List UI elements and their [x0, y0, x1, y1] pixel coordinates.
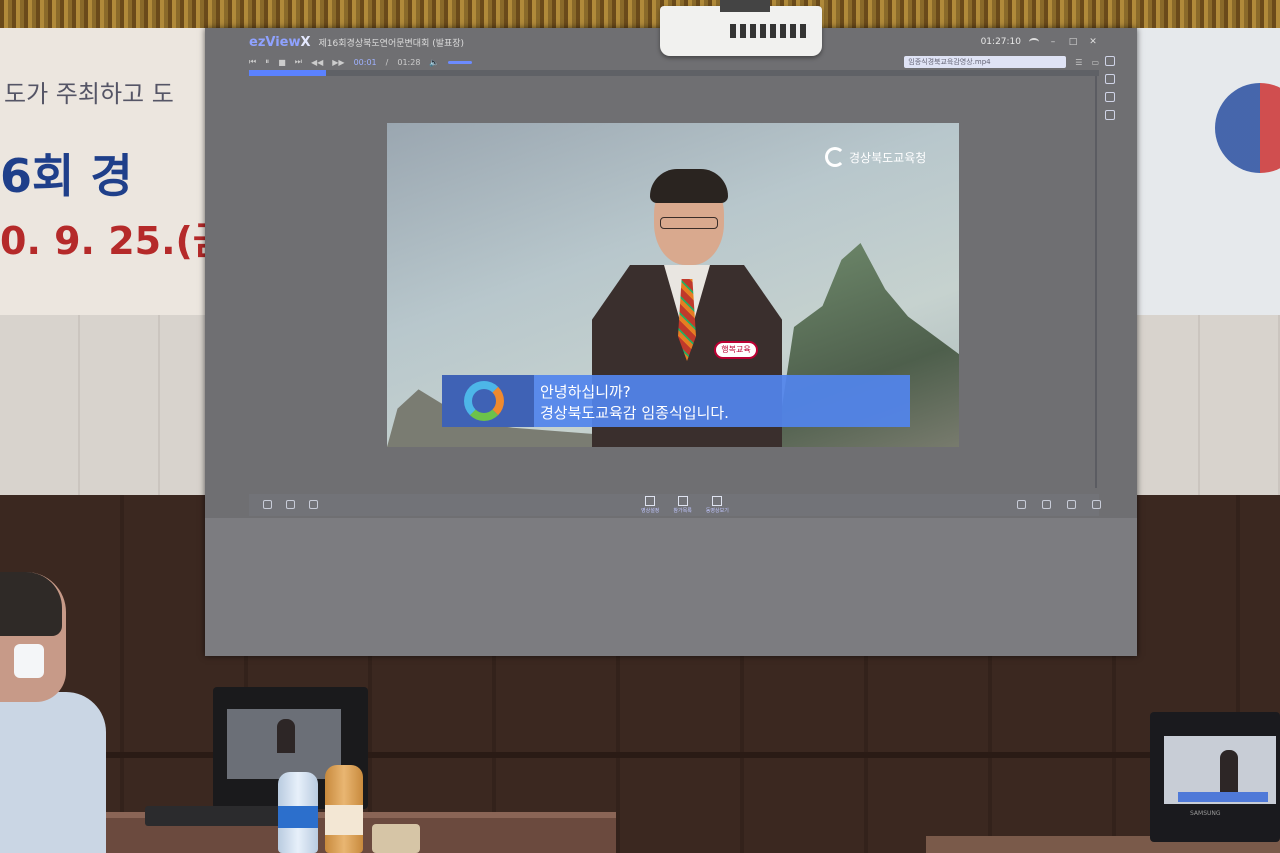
player-logo-prefix: ezView — [249, 34, 301, 50]
settings-gear-icon[interactable] — [1092, 500, 1101, 509]
subtitle-logo — [442, 375, 534, 427]
office-logo-icon — [825, 147, 845, 167]
banner-line-2: 6회 경 — [0, 149, 133, 203]
close-button[interactable]: ✕ — [1087, 37, 1099, 47]
volume-icon[interactable]: 🔈 — [429, 58, 439, 67]
g-logo-icon — [464, 381, 504, 421]
progress-fill — [249, 70, 326, 76]
stop-icon[interactable]: ■ — [278, 58, 286, 67]
cup — [372, 824, 420, 853]
player-logo-suffix: X — [300, 34, 311, 50]
time-total: 01:28 — [397, 57, 421, 67]
volume-slider[interactable] — [448, 60, 473, 64]
side-divider — [1095, 76, 1097, 488]
folder-icon[interactable]: ▭ — [1091, 58, 1099, 67]
subtitle-bar: 안녕하십니까? 경상북도교육감 임종식입니다. — [442, 375, 910, 427]
tab-video-view[interactable]: 동영상보기 — [706, 496, 729, 514]
file-name-field[interactable]: 임종식경북교육감영상.mp4 — [904, 56, 1067, 68]
face-mask — [14, 644, 44, 678]
grid-view-icon — [645, 496, 656, 506]
projector — [660, 0, 822, 56]
keyboard — [145, 806, 285, 826]
wifi-icon — [1029, 38, 1039, 46]
event-banner-left: 도가 주최하고 도 6회 경 0. 9. 25.(금 — [0, 28, 205, 318]
bulb-icon[interactable] — [1017, 500, 1026, 509]
menu-icon[interactable]: ☰ — [1075, 58, 1082, 67]
rewind-icon[interactable]: ◀◀ — [311, 58, 323, 67]
skip-back-icon[interactable]: ⏮ — [249, 57, 256, 67]
progress-bar[interactable] — [249, 70, 1099, 76]
water-bottle-label — [278, 806, 318, 828]
camera-icon[interactable] — [1105, 56, 1115, 66]
taegeuk-emblem — [1215, 83, 1280, 173]
grid-icon[interactable] — [1105, 74, 1115, 84]
bottom-tabs: 영상설정 참가목록 동영상보기 — [641, 496, 729, 514]
side-toolbar — [1100, 56, 1120, 120]
projector-ports — [730, 24, 810, 38]
projector-mount — [720, 0, 770, 12]
tea-bottle — [325, 765, 363, 853]
projection-screen: ezViewX 제16회경상북도연어문변대회 (발표장) 01:27:10 – … — [205, 28, 1137, 656]
user-icon[interactable] — [263, 500, 272, 509]
speaker-glasses — [660, 217, 718, 229]
speaker-hair — [650, 169, 728, 203]
player-title: 제16회경상북도연어문변대회 (발표장) — [318, 38, 465, 49]
tab-participants[interactable]: 참가목록 — [673, 496, 692, 514]
tab-label: 영상설정 — [641, 508, 660, 514]
water-bottle — [278, 772, 318, 853]
maximize-button[interactable]: □ — [1067, 37, 1079, 47]
mic-icon[interactable] — [1042, 500, 1051, 509]
tab-label: 동영상보기 — [705, 508, 729, 514]
player-clock: 01:27:10 — [980, 37, 1021, 47]
video-logo: 경상북도교육청 — [825, 147, 926, 167]
tea-bottle-label — [325, 805, 363, 835]
laptop-brand: SAMSUNG — [1190, 810, 1221, 817]
laptop-right-subtitle — [1178, 792, 1268, 802]
subtitle-line-1: 안녕하십니까? — [540, 383, 631, 401]
audience-member — [0, 572, 110, 853]
subtitle-line-2: 경상북도교육감 임종식입니다. — [540, 404, 729, 422]
curtain-valance — [0, 0, 1280, 30]
player-bottom-toolbar: 영상설정 참가목록 동영상보기 — [249, 494, 1101, 516]
pen-icon[interactable] — [1105, 110, 1115, 120]
laptop-left-screen — [227, 709, 341, 779]
tab-video-settings[interactable]: 영상설정 — [641, 496, 659, 514]
banner-line-3: 0. 9. 25.(금 — [0, 219, 205, 263]
player-controls: ⏮ ⏸ ■ ⏭ ◀◀ ▶▶ 00:01 / 01:28 🔈 임종식경북교육감영상… — [249, 54, 1099, 70]
play-box-icon — [712, 496, 723, 506]
skip-forward-icon[interactable]: ⏭ — [295, 57, 302, 67]
wood-rail — [0, 752, 1280, 758]
minimize-button[interactable]: – — [1047, 37, 1059, 47]
banner-line-1: 도가 주최하고 도 — [4, 80, 174, 108]
tab-label: 참가목록 — [673, 508, 692, 514]
laptop-right-speaker — [1220, 750, 1238, 792]
bottom-left-tools — [263, 500, 318, 509]
audience-shirt — [0, 692, 106, 853]
player-logo: ezViewX — [249, 35, 311, 50]
video-logo-text: 경상북도교육청 — [849, 150, 927, 165]
document-icon[interactable] — [286, 500, 295, 509]
time-separator: / — [385, 57, 389, 67]
lapel-badge: 행복교육 — [714, 341, 758, 359]
laptop-right: SAMSUNG — [1150, 712, 1280, 842]
fast-forward-icon[interactable]: ▶▶ — [332, 58, 344, 67]
bottom-right-tools — [1017, 500, 1101, 509]
screen-lower-area — [205, 518, 1137, 656]
folder-open-icon[interactable] — [309, 500, 318, 509]
list-icon — [677, 496, 688, 506]
time-current: 00:01 — [353, 57, 377, 67]
speaker-icon[interactable] — [1067, 500, 1076, 509]
event-banner-right — [1135, 28, 1280, 318]
laptop-left-speaker — [277, 719, 295, 753]
screen-share-icon[interactable] — [1105, 92, 1115, 102]
pause-icon[interactable]: ⏸ — [265, 57, 269, 67]
laptop-right-screen — [1164, 736, 1276, 804]
video-frame: 경상북도교육청 행복교육 안녕하십니까? 경상북도교육감 임종식입니다. — [387, 123, 959, 447]
